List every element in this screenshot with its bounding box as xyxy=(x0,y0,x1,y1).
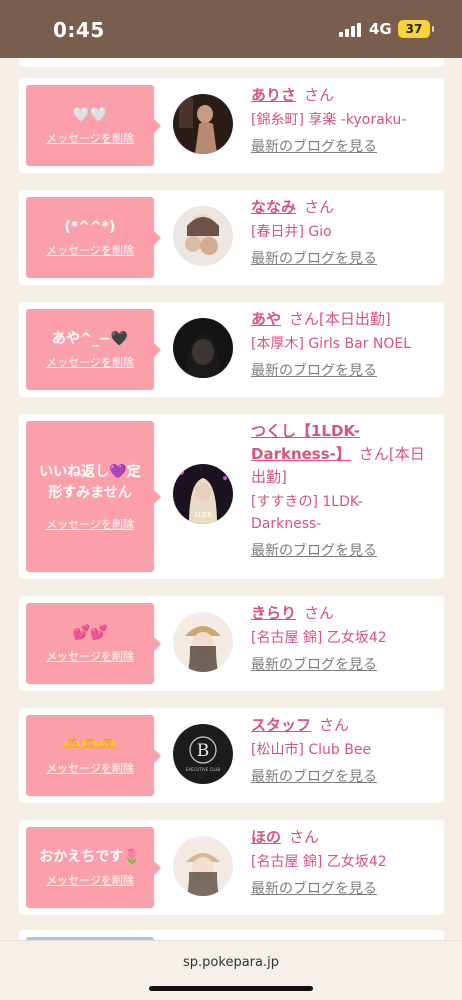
message-bubble: おかえちです🌷 メッセージを削除 xyxy=(26,827,161,908)
profile-info: きらり さん [名古屋 錦] 乙女坂42 最新のブログを見る xyxy=(251,602,438,675)
battery-icon: 37 xyxy=(398,20,434,38)
avatar[interactable]: 1LDK xyxy=(173,464,233,524)
browser-url-bar[interactable]: sp.pokepara.jp xyxy=(0,940,462,1000)
avatar[interactable] xyxy=(173,318,233,378)
shop-name[interactable]: [本厚木] Girls Bar NOEL xyxy=(251,333,438,355)
latest-blog-link[interactable]: 最新のブログを見る xyxy=(251,541,438,561)
avatar[interactable] xyxy=(173,612,233,672)
message-bubble: あや^_−🖤 メッセージを削除 xyxy=(26,309,161,390)
message-card: 🤍🤍 メッセージを削除 ありさ さん [錦糸町] 享楽 -kyoraku- 最新の… xyxy=(19,78,444,173)
network-type: 4G xyxy=(369,20,392,38)
message-text: (*^^*) xyxy=(64,219,116,235)
avatar-logo-text: B xyxy=(197,741,210,761)
delete-message-link[interactable]: メッセージを削除 xyxy=(46,354,134,370)
delete-message-link[interactable]: メッセージを削除 xyxy=(46,648,134,664)
message-text: おかえちです🌷 xyxy=(39,849,141,865)
latest-blog-link[interactable]: 最新のブログを見る xyxy=(251,249,438,269)
message-card: いいね返し💜定形すみません メッセージを削除 1LDK つくし【1LDK-Dar… xyxy=(19,414,444,579)
message-card: おかえちです🌷 メッセージを削除 ほの さん [名古屋 錦] 乙女坂42 最新のブ… xyxy=(19,820,444,915)
avatar[interactable] xyxy=(173,206,233,266)
shop-name[interactable]: [春日井] Gio xyxy=(251,221,438,243)
avatar-logo-text: 1LDK xyxy=(194,511,213,519)
avatar[interactable] xyxy=(173,836,233,896)
profile-info: ほの さん [名古屋 錦] 乙女坂42 最新のブログを見る xyxy=(251,826,438,899)
honorific: さん xyxy=(289,828,320,846)
latest-blog-link[interactable]: 最新のブログを見る xyxy=(251,655,438,675)
delete-message-link[interactable]: メッセージを削除 xyxy=(46,760,134,776)
honorific: さん xyxy=(358,445,389,463)
message-text: 🤍🤍 xyxy=(72,107,108,123)
message-card: 💕💕 メッセージを削除 きらり さん [名古屋 錦] 乙女坂42 最新のブログを見… xyxy=(19,596,444,691)
delete-message-link[interactable]: メッセージを削除 xyxy=(46,872,134,888)
cast-name-link[interactable]: つくし【1LDK-Darkness-】 xyxy=(251,422,360,463)
honorific: さん xyxy=(289,310,320,328)
avatar-logo-subtext: EXECUTIVE CLUB xyxy=(186,767,220,772)
message-bubble: 💕💕 メッセージを削除 xyxy=(26,603,161,684)
message-card: (*^^*) メッセージを削除 ななみ さん [春日井] Gio 最新のブログを見… xyxy=(19,190,444,285)
shop-name[interactable]: [すすきの] 1LDK-Darkness- xyxy=(251,491,391,535)
shop-name[interactable]: [名古屋 錦] 乙女坂42 xyxy=(251,851,438,873)
message-bubble: いいね返し💜定形すみません メッセージを削除 xyxy=(26,421,161,572)
message-text: 🫶🫶🫶 xyxy=(63,737,117,753)
url-text[interactable]: sp.pokepara.jp xyxy=(0,955,462,970)
profile-info: ありさ さん [錦糸町] 享楽 -kyoraku- 最新のブログを見る xyxy=(251,84,438,157)
message-text: あや^_−🖤 xyxy=(52,331,128,347)
delete-message-link[interactable]: メッセージを削除 xyxy=(46,516,134,532)
message-bubble: (*^^*) メッセージを削除 xyxy=(26,197,161,278)
home-indicator[interactable] xyxy=(149,986,313,991)
message-bubble: 🤍🤍 メッセージを削除 xyxy=(26,85,161,166)
honorific: さん xyxy=(319,716,350,734)
cast-name-link[interactable]: きらり xyxy=(251,604,296,622)
shop-name[interactable]: [名古屋 錦] 乙女坂42 xyxy=(251,627,438,649)
profile-info: つくし【1LDK-Darkness-】 さん[本日出勤] [すすきの] 1LDK-… xyxy=(251,420,438,561)
message-card: 🫶🫶🫶 メッセージを削除 B EXECUTIVE CLUB スタッフ さん [松山市… xyxy=(19,708,444,803)
avatar[interactable]: B EXECUTIVE CLUB xyxy=(173,724,233,784)
message-card: あや^_−🖤 メッセージを削除 あや さん[本日出勤] [本厚木] Girls B… xyxy=(19,302,444,397)
cast-name-link[interactable]: ななみ xyxy=(251,198,296,216)
cast-name-link[interactable]: あや xyxy=(251,310,281,328)
latest-blog-link[interactable]: 最新のブログを見る xyxy=(251,137,438,157)
shop-name[interactable]: [錦糸町] 享楽 -kyoraku- xyxy=(251,109,438,131)
status-bar: 0:45 4G 37 xyxy=(0,0,462,58)
message-text: 💕💕 xyxy=(72,625,108,641)
shop-name[interactable]: [松山市] Club Bee xyxy=(251,739,438,761)
profile-info: スタッフ さん [松山市] Club Bee 最新のブログを見る xyxy=(251,714,438,787)
previous-card-edge xyxy=(19,58,444,67)
profile-info: ななみ さん [春日井] Gio 最新のブログを見る xyxy=(251,196,438,269)
message-bubble: 🫶🫶🫶 メッセージを削除 xyxy=(26,715,161,796)
cast-name-link[interactable]: ほの xyxy=(251,828,281,846)
message-text: いいね返し💜定形すみません xyxy=(39,463,141,501)
latest-blog-link[interactable]: 最新のブログを見る xyxy=(251,767,438,787)
honorific: さん xyxy=(304,198,335,216)
latest-blog-link[interactable]: 最新のブログを見る xyxy=(251,361,438,381)
status-time: 0:45 xyxy=(53,18,105,42)
honorific: さん xyxy=(304,604,335,622)
cast-name-link[interactable]: スタッフ xyxy=(251,716,311,734)
cast-name-link[interactable]: ありさ xyxy=(251,86,296,104)
avatar[interactable] xyxy=(173,94,233,154)
honorific: さん xyxy=(304,86,335,104)
signal-icon xyxy=(339,22,361,37)
profile-info: あや さん[本日出勤] [本厚木] Girls Bar NOEL 最新のブログを見… xyxy=(251,308,438,381)
delete-message-link[interactable]: メッセージを削除 xyxy=(46,242,134,258)
attendance-status: [本日出勤] xyxy=(319,310,391,328)
delete-message-link[interactable]: メッセージを削除 xyxy=(46,130,134,146)
latest-blog-link[interactable]: 最新のブログを見る xyxy=(251,879,438,899)
